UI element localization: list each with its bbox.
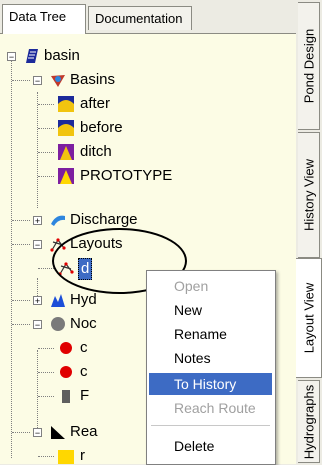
tree-item-after[interactable]: after <box>0 94 140 114</box>
menu-item-open[interactable]: Open <box>149 275 272 297</box>
reach-icon <box>51 426 65 439</box>
tree-connector <box>38 128 54 129</box>
collapse-toggle[interactable]: − <box>7 52 16 62</box>
context-menu: Open New Rename Notes To History Reach R… <box>146 270 276 465</box>
tree-label: before <box>80 119 123 136</box>
tree-label: ditch <box>80 143 112 160</box>
basin-icon <box>58 96 74 112</box>
collapse-toggle[interactable]: − <box>33 240 42 250</box>
tab-pond-design[interactable]: Pond Design <box>298 2 320 130</box>
tab-data-tree[interactable]: Data Tree <box>2 4 86 34</box>
tree-item-basin[interactable]: − basin <box>0 46 120 66</box>
tree-connector <box>12 432 30 433</box>
layout-network-icon <box>50 238 66 252</box>
tree-item-node[interactable]: c <box>0 362 150 382</box>
menu-separator <box>151 425 270 426</box>
tree-connector <box>38 348 54 349</box>
side-tab-strip: Pond Design History View Layout View Hyd… <box>296 0 322 463</box>
collapse-toggle[interactable]: − <box>33 76 42 86</box>
tree-label: after <box>80 95 111 112</box>
file-blue-icon <box>26 49 38 63</box>
tree-label: c <box>80 363 88 380</box>
tree-item-layouts[interactable]: − Layouts <box>0 234 150 254</box>
tree-connector <box>38 104 54 105</box>
tab-hydrographs[interactable]: Hydrographs <box>298 380 320 463</box>
tree-item-discharge[interactable]: + Discharge <box>0 210 160 230</box>
tree-item-hydrographs[interactable]: + Hyd <box>0 290 150 310</box>
tree-connector <box>38 176 54 177</box>
basin-icon <box>58 168 74 184</box>
tree-label-selected: d <box>78 258 93 280</box>
tree-label: Noc <box>70 315 97 332</box>
tree-connector <box>38 396 54 397</box>
node-circle-icon <box>51 317 65 331</box>
menu-item-delete[interactable]: Delete <box>149 435 272 457</box>
tree-connector <box>12 80 30 81</box>
expand-toggle[interactable]: + <box>33 216 42 226</box>
tree-label: basin <box>44 47 80 64</box>
tree-item-reaches[interactable]: − Rea <box>0 422 150 442</box>
menu-item-to-history[interactable]: To History <box>149 373 272 395</box>
tree-label: Discharge <box>70 211 138 228</box>
tree-item-prototype[interactable]: PROTOTYPE <box>0 166 220 186</box>
tree-connector <box>38 372 54 373</box>
basin-icon <box>58 144 74 160</box>
tree-label: Hyd <box>70 291 97 308</box>
tree-label: Basins <box>70 71 116 88</box>
tree-label: r <box>80 447 85 464</box>
tree-connector <box>12 324 30 325</box>
tree-label: F <box>80 387 90 404</box>
tree-item-node[interactable]: F <box>0 386 150 406</box>
reach-item-icon <box>58 450 74 464</box>
tree-connector <box>38 456 54 457</box>
basins-folder-icon <box>51 75 65 87</box>
layout-network-icon <box>58 262 74 276</box>
pond-node-icon <box>62 390 70 403</box>
menu-item-notes[interactable]: Notes <box>149 347 272 369</box>
tree-item-reach[interactable]: r <box>0 446 150 464</box>
red-node-icon <box>60 342 72 354</box>
collapse-toggle[interactable]: − <box>33 320 42 330</box>
tree-item-node[interactable]: c <box>0 338 150 358</box>
tree-connector <box>12 220 30 221</box>
tree-connector <box>12 300 30 301</box>
tree-item-nodes[interactable]: − Noc <box>0 314 150 334</box>
tab-history-view[interactable]: History View <box>298 132 320 258</box>
tree-item-layout-selected[interactable]: d <box>0 258 150 280</box>
tree-label: Layouts <box>70 235 123 252</box>
tree-label: Rea <box>70 423 98 440</box>
tree-connector <box>38 152 54 153</box>
tab-layout-view[interactable]: Layout View <box>296 258 322 378</box>
tree-connector <box>12 244 30 245</box>
basin-icon <box>58 120 74 136</box>
menu-item-rename[interactable]: Rename <box>149 323 272 345</box>
expand-toggle[interactable]: + <box>33 296 42 306</box>
tree-item-ditch[interactable]: ditch <box>0 142 140 162</box>
red-node-icon <box>60 366 72 378</box>
tree-label: PROTOTYPE <box>80 167 173 184</box>
tree-item-basins[interactable]: − Basins <box>0 70 140 90</box>
tree-label: c <box>80 339 88 356</box>
tab-documentation[interactable]: Documentation <box>88 6 192 30</box>
collapse-toggle[interactable]: − <box>33 428 42 438</box>
hydrograph-icon <box>51 294 65 307</box>
menu-item-reach-route[interactable]: Reach Route <box>149 397 272 419</box>
menu-item-new[interactable]: New <box>149 299 272 321</box>
tree-connector <box>38 268 54 269</box>
discharge-icon <box>51 215 65 226</box>
tree-item-before[interactable]: before <box>0 118 140 138</box>
